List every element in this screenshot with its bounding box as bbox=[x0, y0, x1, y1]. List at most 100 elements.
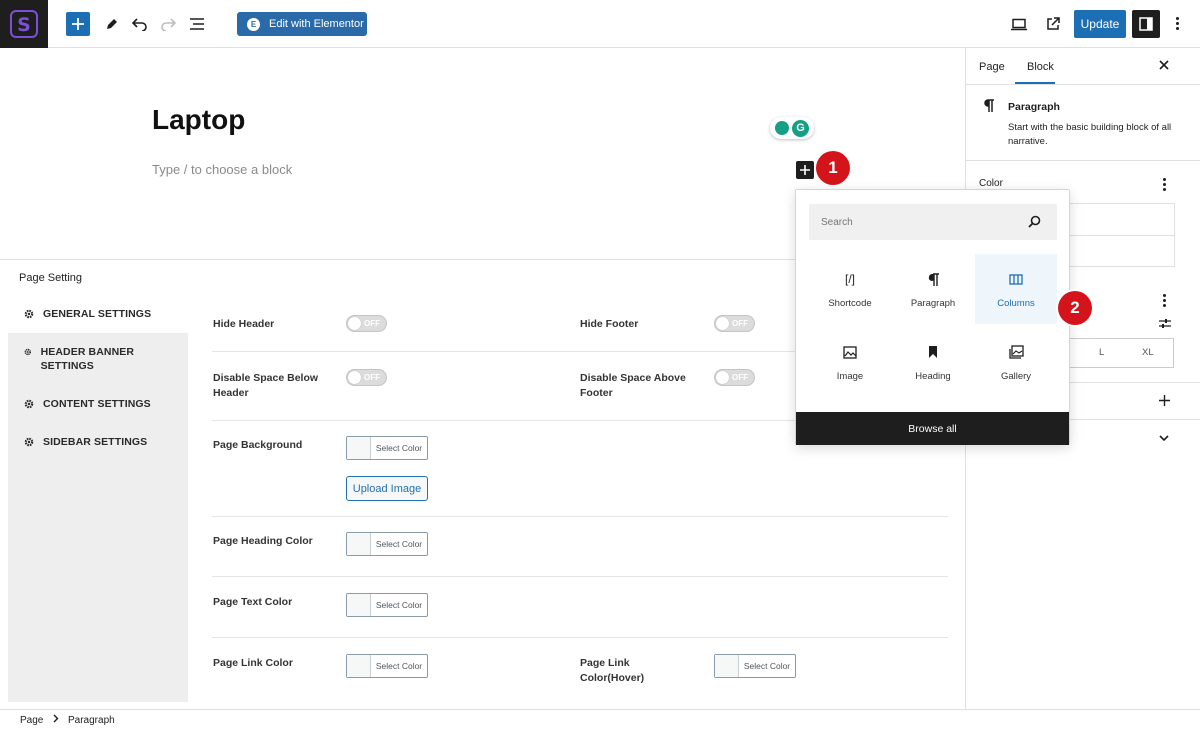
block-search-input[interactable]: Search bbox=[809, 204, 1057, 240]
typography-settings-button[interactable] bbox=[1159, 318, 1171, 329]
color-swatch bbox=[715, 655, 739, 677]
hide-header-toggle[interactable]: OFF bbox=[346, 315, 387, 332]
grammarly-widget[interactable]: G bbox=[770, 117, 814, 139]
image-icon bbox=[843, 343, 857, 361]
gear-icon bbox=[24, 348, 32, 356]
list-view-icon bbox=[190, 18, 204, 30]
plus-icon bbox=[72, 18, 84, 30]
page-heading-color-button[interactable]: Select Color bbox=[346, 532, 428, 556]
add-block-button[interactable] bbox=[66, 12, 90, 36]
document-overview-button[interactable] bbox=[185, 12, 209, 36]
color-swatch bbox=[347, 655, 371, 677]
page-text-color-button[interactable]: Select Color bbox=[346, 593, 428, 617]
paragraph-icon bbox=[928, 270, 939, 288]
gear-icon bbox=[24, 437, 34, 447]
color-swatch bbox=[347, 437, 371, 459]
add-panel-button[interactable] bbox=[1159, 395, 1170, 406]
post-title[interactable]: Laptop bbox=[152, 104, 245, 136]
edit-with-elementor-label: Edit with Elementor bbox=[269, 18, 364, 30]
close-sidebar-button[interactable] bbox=[1159, 60, 1169, 70]
sidebar-divider bbox=[966, 160, 1200, 161]
page-text-color-label: Page Text Color bbox=[213, 596, 293, 608]
font-size-picker[interactable]: L XL bbox=[1066, 338, 1174, 368]
edit-with-elementor-button[interactable]: E Edit with Elementor bbox=[237, 12, 367, 36]
tab-page[interactable]: Page bbox=[979, 61, 1005, 73]
metabox-title: Page Setting bbox=[19, 272, 82, 284]
page-link-color-hover-button[interactable]: Select Color bbox=[714, 654, 796, 678]
nav-general-settings[interactable]: GENERAL SETTINGS bbox=[24, 307, 151, 321]
elementor-icon: E bbox=[247, 17, 260, 31]
row-divider bbox=[212, 516, 948, 517]
nav-label: CONTENT SETTINGS bbox=[43, 398, 151, 410]
select-color-label: Select Color bbox=[375, 661, 423, 671]
nav-sidebar-settings[interactable]: SIDEBAR SETTINGS bbox=[24, 435, 147, 449]
block-inserter-popover: Search [/] Shortcode Paragraph Columns I… bbox=[795, 189, 1070, 445]
undo-button[interactable] bbox=[128, 12, 152, 36]
block-paragraph[interactable]: Paragraph bbox=[892, 254, 974, 324]
paragraph-placeholder[interactable]: Type / to choose a block bbox=[152, 162, 292, 177]
row-divider bbox=[212, 576, 948, 577]
chevron-right-icon bbox=[53, 714, 59, 723]
view-post-button[interactable] bbox=[1041, 12, 1065, 36]
block-gallery[interactable]: Gallery bbox=[975, 327, 1057, 397]
block-image[interactable]: Image bbox=[809, 327, 891, 397]
shortcode-icon: [/] bbox=[844, 272, 855, 286]
block-shortcode[interactable]: [/] Shortcode bbox=[809, 254, 891, 324]
tab-block[interactable]: Block bbox=[1027, 61, 1054, 73]
update-button[interactable]: Update bbox=[1074, 10, 1126, 38]
color-options-icon[interactable] bbox=[1163, 178, 1167, 193]
editor-toolbar: S E Edit with Elementor Update bbox=[0, 0, 1200, 48]
disable-space-above-footer-toggle[interactable]: OFF bbox=[714, 369, 755, 386]
page-background-color-button[interactable]: Select Color bbox=[346, 436, 428, 460]
disable-space-below-header-toggle[interactable]: OFF bbox=[346, 369, 387, 386]
hide-footer-label: Hide Footer bbox=[580, 318, 639, 330]
more-vertical-icon bbox=[1176, 16, 1180, 32]
search-icon bbox=[1028, 215, 1041, 228]
select-color-label: Select Color bbox=[375, 539, 423, 549]
upload-image-button[interactable]: Upload Image bbox=[346, 476, 428, 501]
size-l-option[interactable]: L bbox=[1099, 347, 1104, 358]
nav-header-banner-settings[interactable]: HEADER BANNER SETTINGS bbox=[24, 345, 154, 373]
gear-icon bbox=[24, 309, 34, 319]
breadcrumb-paragraph[interactable]: Paragraph bbox=[68, 715, 115, 726]
block-name: Paragraph bbox=[1008, 101, 1060, 113]
preview-button[interactable] bbox=[1007, 12, 1031, 36]
inline-add-block-button[interactable] bbox=[796, 161, 814, 179]
block-label: Image bbox=[836, 371, 864, 382]
size-xl-option[interactable]: XL bbox=[1142, 347, 1154, 358]
undo-icon bbox=[132, 18, 147, 31]
chevron-down-icon bbox=[1159, 435, 1169, 442]
advanced-panel-toggle[interactable] bbox=[1159, 435, 1169, 442]
nav-label: GENERAL SETTINGS bbox=[43, 308, 152, 320]
select-color-label: Select Color bbox=[375, 600, 423, 610]
page-background-label: Page Background bbox=[213, 439, 303, 451]
plus-icon bbox=[1159, 395, 1170, 406]
page-link-color-label: Page Link Color bbox=[213, 657, 293, 669]
block-label: Paragraph bbox=[910, 298, 956, 309]
typography-options-icon[interactable] bbox=[1163, 294, 1167, 309]
page-link-color-button[interactable]: Select Color bbox=[346, 654, 428, 678]
site-logo-icon: S bbox=[10, 10, 38, 38]
tools-button[interactable] bbox=[100, 12, 124, 36]
options-button[interactable] bbox=[1166, 12, 1190, 36]
toggle-state: OFF bbox=[364, 319, 380, 328]
breadcrumb-page[interactable]: Page bbox=[20, 715, 43, 726]
browse-all-button[interactable]: Browse all bbox=[796, 412, 1069, 445]
site-logo-button[interactable]: S bbox=[0, 0, 48, 48]
settings-toggle-button[interactable] bbox=[1132, 10, 1160, 38]
block-heading[interactable]: Heading bbox=[892, 327, 974, 397]
paragraph-block-icon bbox=[983, 99, 995, 113]
close-icon bbox=[1159, 60, 1169, 70]
hide-footer-toggle[interactable]: OFF bbox=[714, 315, 755, 332]
gallery-icon bbox=[1008, 343, 1024, 361]
redo-button[interactable] bbox=[156, 12, 180, 36]
select-color-label: Select Color bbox=[743, 661, 791, 671]
toggle-state: OFF bbox=[732, 373, 748, 382]
svg-text:S: S bbox=[17, 14, 31, 36]
block-columns[interactable]: Columns bbox=[975, 254, 1057, 324]
pencil-icon bbox=[107, 19, 117, 29]
page-link-color-hover-label: Page Link Color(Hover) bbox=[580, 657, 645, 684]
nav-content-settings[interactable]: CONTENT SETTINGS bbox=[24, 397, 151, 411]
nav-label: SIDEBAR SETTINGS bbox=[43, 436, 148, 448]
block-label: Shortcode bbox=[828, 298, 872, 309]
